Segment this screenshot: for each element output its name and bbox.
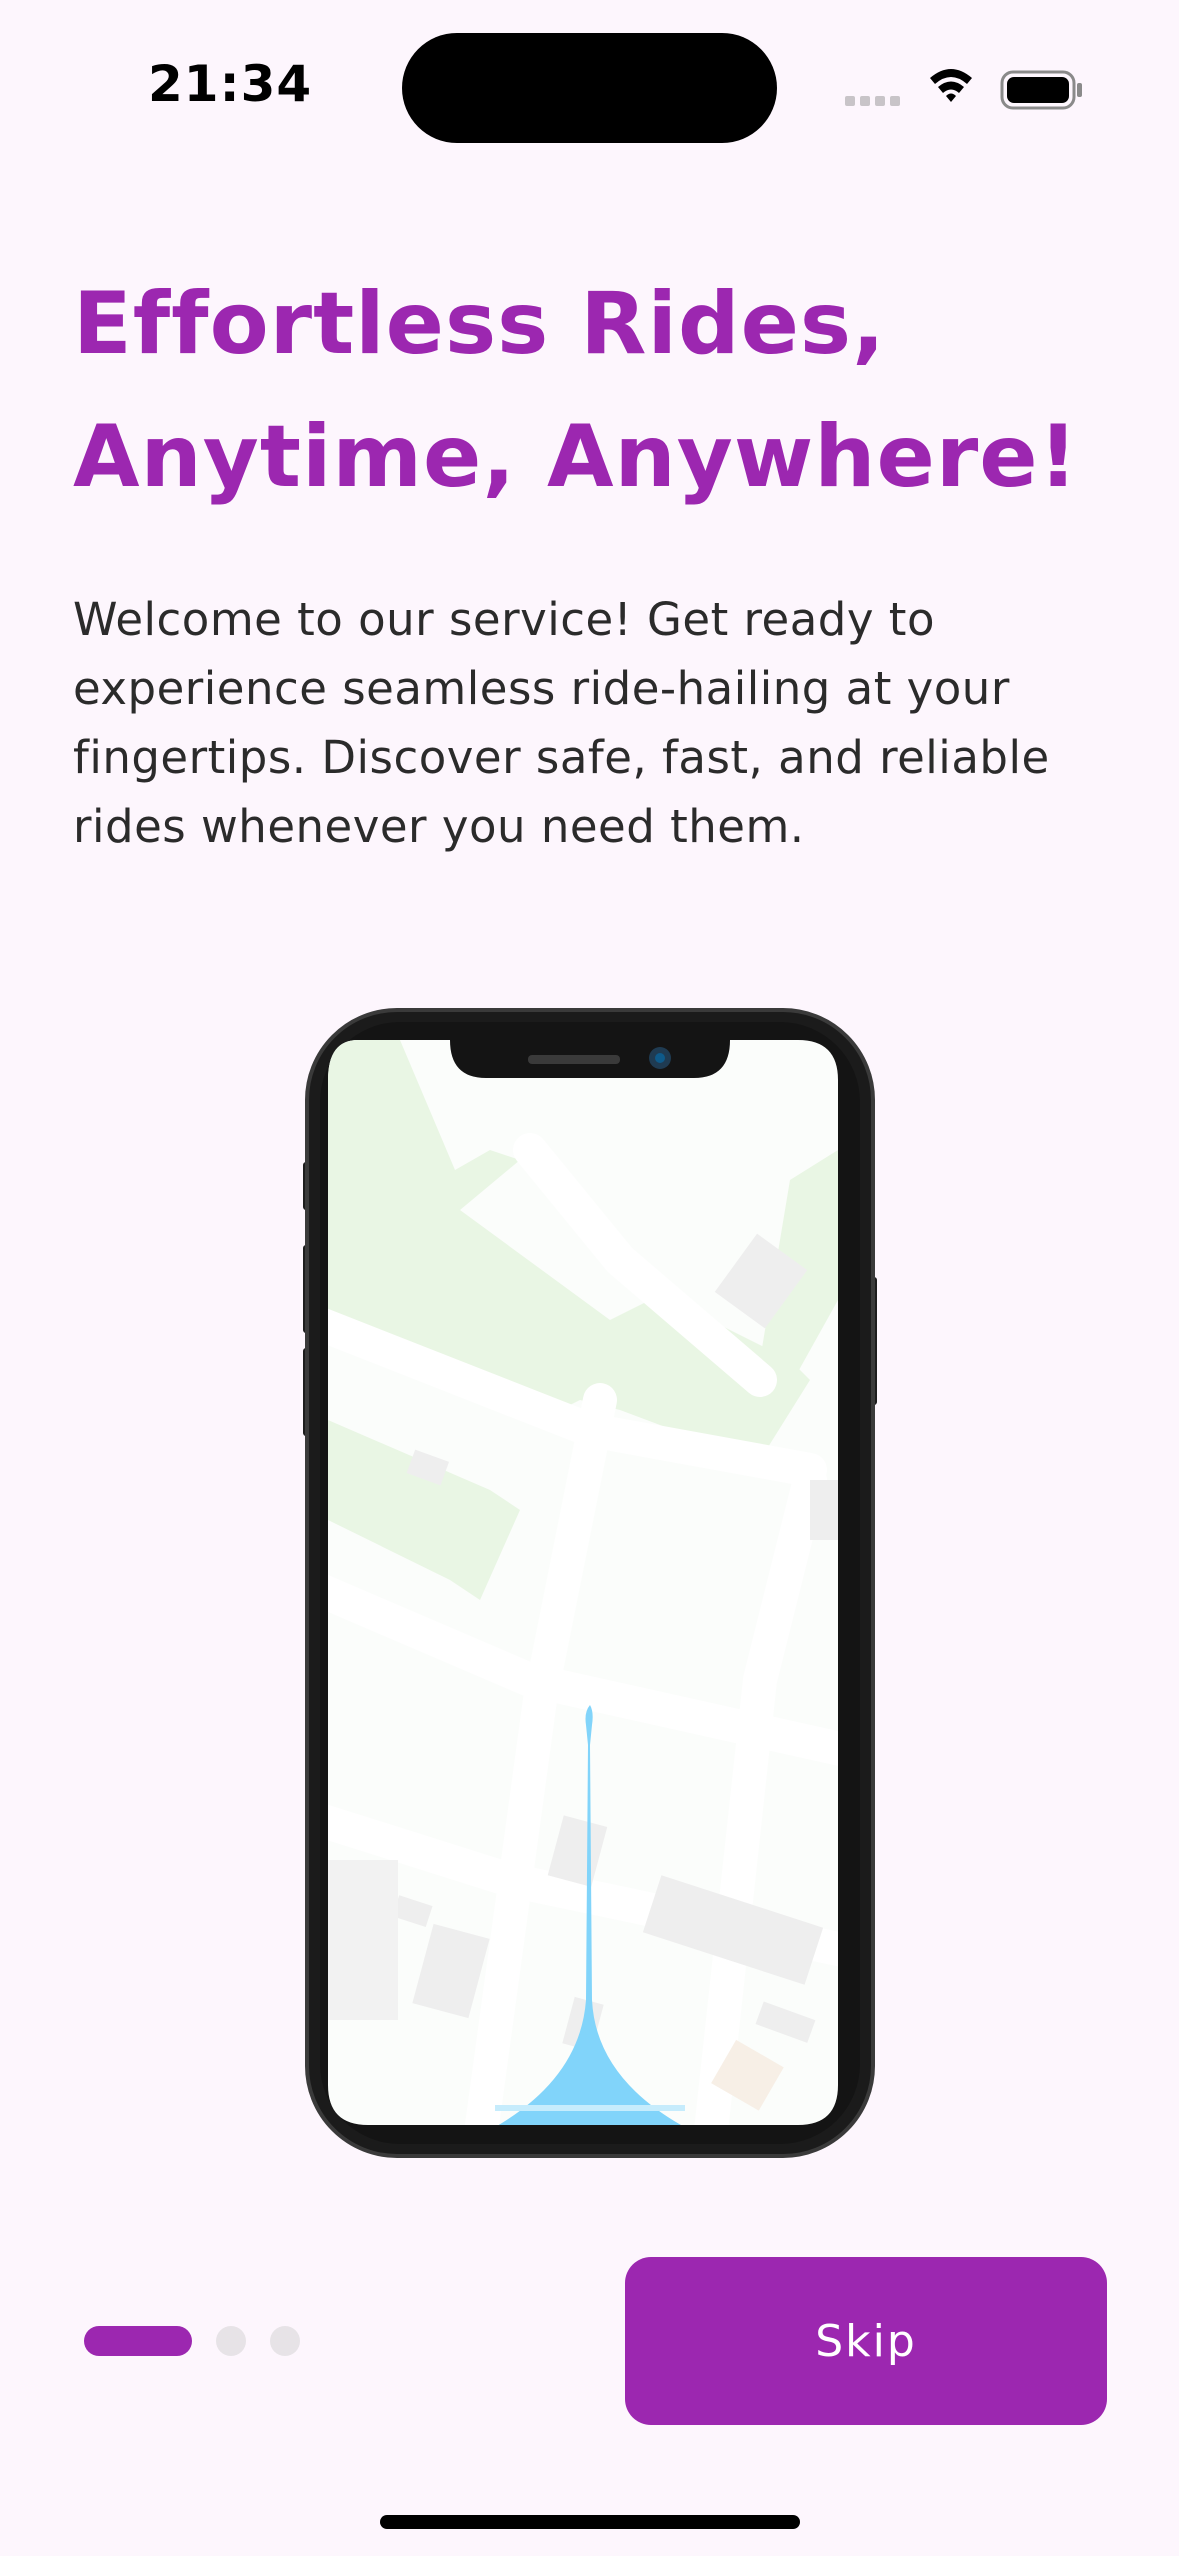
- status-icons: [840, 60, 1090, 120]
- map-screen: [328, 1040, 838, 2125]
- status-time: 21:34: [148, 55, 313, 113]
- onboarding-description: Welcome to our service! Get ready to exp…: [73, 593, 1050, 853]
- page-dot-3[interactable]: [270, 2326, 300, 2356]
- skip-button[interactable]: Skip: [625, 2257, 1107, 2425]
- cellular-signal-icon: [845, 96, 900, 106]
- wifi-icon: [930, 69, 972, 102]
- page-dot-1[interactable]: [84, 2326, 192, 2356]
- page-indicator: [84, 2325, 300, 2357]
- page-dot-2[interactable]: [216, 2326, 246, 2356]
- home-indicator[interactable]: [380, 2515, 800, 2529]
- onboarding-title: Effortless Rides, Anytime, Anywhere!: [73, 274, 1079, 507]
- battery-icon: [1000, 70, 1082, 110]
- phone-map-illustration: [290, 1000, 890, 2180]
- dynamic-island: [402, 33, 777, 143]
